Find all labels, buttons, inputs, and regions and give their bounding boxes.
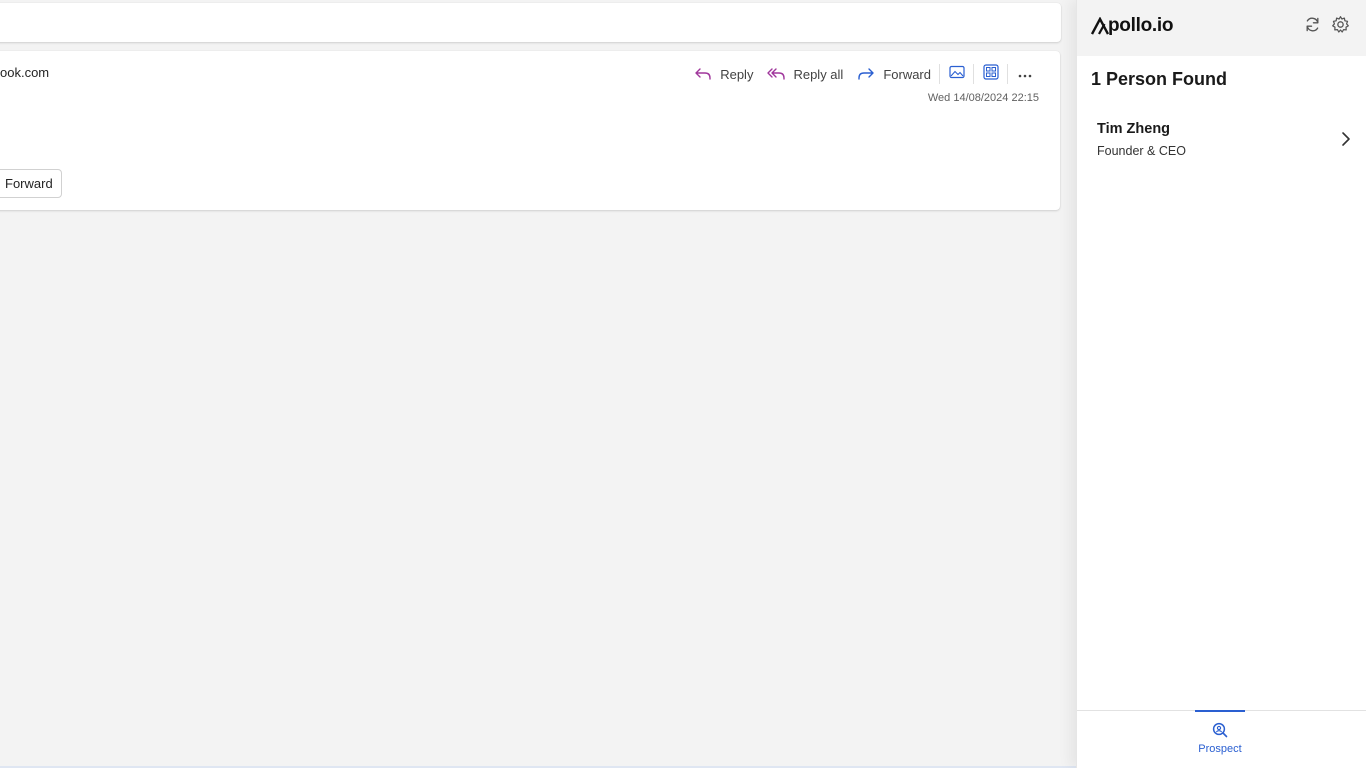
panel-header-actions — [1298, 14, 1354, 40]
image-icon — [948, 65, 965, 84]
forward-label: Forward — [883, 66, 931, 82]
prospect-search-icon — [1212, 712, 1228, 738]
toolbar-divider — [939, 64, 940, 84]
forward-chip-button[interactable]: Forward — [0, 169, 62, 198]
show-images-button[interactable] — [941, 61, 972, 87]
message-card: ook.com Reply Reply all Forward Wed 14/0… — [0, 51, 1060, 210]
reply-all-button[interactable]: Reply all — [760, 61, 850, 87]
more-horizontal-icon — [1018, 65, 1032, 83]
tab-prospect[interactable]: Prospect — [1195, 710, 1245, 768]
reply-all-icon — [767, 67, 786, 81]
apollo-logo-mark-icon — [1091, 17, 1109, 35]
chevron-right-icon — [1341, 131, 1351, 152]
settings-button[interactable] — [1326, 14, 1354, 40]
apollo-brand-text: pollo.io — [1108, 15, 1174, 36]
mail-reading-pane: ook.com Reply Reply all Forward Wed 14/0… — [0, 0, 1076, 768]
toolbar-divider — [1007, 64, 1008, 84]
more-actions-button[interactable] — [1009, 61, 1040, 87]
refresh-icon — [1303, 15, 1322, 39]
panel-footer-nav: Prospect — [1077, 710, 1366, 768]
message-toolbar: Reply Reply all Forward — [687, 61, 1040, 87]
apps-grid-icon — [982, 63, 999, 85]
reply-icon — [694, 67, 712, 81]
toolbar-divider — [973, 64, 974, 84]
forward-button[interactable]: Forward — [850, 61, 938, 87]
tab-prospect-label: Prospect — [1198, 743, 1242, 755]
panel-header: pollo.io — [1077, 0, 1366, 56]
reply-all-label: Reply all — [793, 66, 844, 82]
person-list-item[interactable]: Tim Zheng Founder & CEO — [1087, 108, 1357, 172]
forward-icon — [857, 67, 875, 81]
refresh-button[interactable] — [1298, 14, 1326, 40]
subject-bar — [0, 3, 1061, 42]
apollo-side-panel: pollo.io 1 Person Found Tim Zheng Founde… — [1076, 0, 1366, 768]
gear-icon — [1331, 15, 1350, 39]
message-date: Wed 14/08/2024 22:15 — [927, 92, 1039, 104]
apps-button[interactable] — [975, 61, 1006, 87]
apollo-logo: pollo.io — [1091, 15, 1173, 37]
reply-label: Reply — [720, 66, 754, 82]
person-job-title: Founder & CEO — [1097, 144, 1186, 158]
app-window: ook.com Reply Reply all Forward Wed 14/0… — [0, 0, 1366, 768]
person-name: Tim Zheng — [1097, 121, 1171, 137]
reply-button[interactable]: Reply — [687, 61, 760, 87]
sender-email[interactable]: ook.com — [0, 65, 49, 80]
results-title: 1 Person Found — [1091, 69, 1228, 89]
